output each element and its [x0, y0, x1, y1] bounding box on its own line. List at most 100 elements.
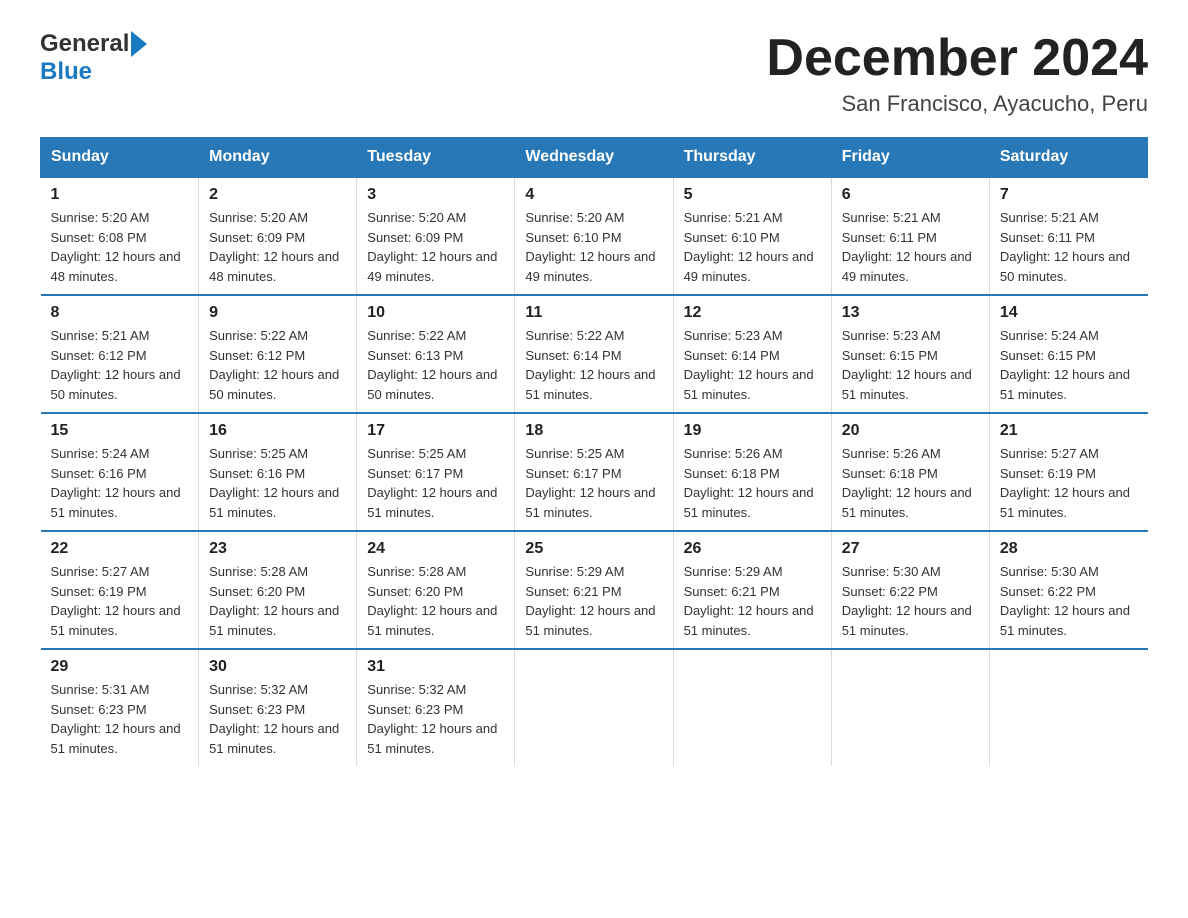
calendar-cell [673, 649, 831, 766]
day-number: 31 [367, 658, 504, 676]
weekday-header-wednesday: Wednesday [515, 138, 673, 178]
day-info: Sunrise: 5:30 AM Sunset: 6:22 PM Dayligh… [1000, 562, 1138, 640]
week-row-1: 1 Sunrise: 5:20 AM Sunset: 6:08 PM Dayli… [41, 177, 1148, 295]
day-info: Sunrise: 5:20 AM Sunset: 6:09 PM Dayligh… [367, 208, 504, 286]
day-info: Sunrise: 5:31 AM Sunset: 6:23 PM Dayligh… [51, 680, 189, 758]
day-number: 15 [51, 422, 189, 440]
day-number: 13 [842, 304, 979, 322]
calendar-title-area: December 2024 San Francisco, Ayacucho, P… [766, 30, 1148, 117]
day-number: 11 [525, 304, 662, 322]
weekday-header-friday: Friday [831, 138, 989, 178]
day-info: Sunrise: 5:20 AM Sunset: 6:09 PM Dayligh… [209, 208, 346, 286]
day-number: 25 [525, 540, 662, 558]
weekday-header-thursday: Thursday [673, 138, 831, 178]
calendar-cell: 21 Sunrise: 5:27 AM Sunset: 6:19 PM Dayl… [989, 413, 1147, 531]
day-number: 16 [209, 422, 346, 440]
calendar-cell: 6 Sunrise: 5:21 AM Sunset: 6:11 PM Dayli… [831, 177, 989, 295]
calendar-cell [831, 649, 989, 766]
calendar-cell: 28 Sunrise: 5:30 AM Sunset: 6:22 PM Dayl… [989, 531, 1147, 649]
day-number: 22 [51, 540, 189, 558]
day-info: Sunrise: 5:22 AM Sunset: 6:12 PM Dayligh… [209, 326, 346, 404]
week-row-2: 8 Sunrise: 5:21 AM Sunset: 6:12 PM Dayli… [41, 295, 1148, 413]
day-number: 12 [684, 304, 821, 322]
weekday-header-saturday: Saturday [989, 138, 1147, 178]
calendar-cell: 29 Sunrise: 5:31 AM Sunset: 6:23 PM Dayl… [41, 649, 199, 766]
day-number: 6 [842, 186, 979, 204]
day-number: 29 [51, 658, 189, 676]
day-info: Sunrise: 5:28 AM Sunset: 6:20 PM Dayligh… [367, 562, 504, 640]
logo-blue-text: Blue [40, 58, 92, 85]
calendar-table: SundayMondayTuesdayWednesdayThursdayFrid… [40, 137, 1148, 766]
calendar-cell [515, 649, 673, 766]
day-info: Sunrise: 5:32 AM Sunset: 6:23 PM Dayligh… [209, 680, 346, 758]
weekday-header-sunday: Sunday [41, 138, 199, 178]
day-info: Sunrise: 5:24 AM Sunset: 6:15 PM Dayligh… [1000, 326, 1138, 404]
calendar-cell: 15 Sunrise: 5:24 AM Sunset: 6:16 PM Dayl… [41, 413, 199, 531]
day-info: Sunrise: 5:30 AM Sunset: 6:22 PM Dayligh… [842, 562, 979, 640]
calendar-cell: 11 Sunrise: 5:22 AM Sunset: 6:14 PM Dayl… [515, 295, 673, 413]
day-info: Sunrise: 5:26 AM Sunset: 6:18 PM Dayligh… [684, 444, 821, 522]
week-row-3: 15 Sunrise: 5:24 AM Sunset: 6:16 PM Dayl… [41, 413, 1148, 531]
calendar-cell [989, 649, 1147, 766]
day-info: Sunrise: 5:21 AM Sunset: 6:11 PM Dayligh… [1000, 208, 1138, 286]
weekday-header-tuesday: Tuesday [357, 138, 515, 178]
day-number: 9 [209, 304, 346, 322]
day-number: 30 [209, 658, 346, 676]
calendar-cell: 18 Sunrise: 5:25 AM Sunset: 6:17 PM Dayl… [515, 413, 673, 531]
day-info: Sunrise: 5:21 AM Sunset: 6:11 PM Dayligh… [842, 208, 979, 286]
logo-general-text: General [40, 30, 129, 58]
logo: General Blue [40, 30, 147, 86]
day-info: Sunrise: 5:25 AM Sunset: 6:16 PM Dayligh… [209, 444, 346, 522]
calendar-cell: 8 Sunrise: 5:21 AM Sunset: 6:12 PM Dayli… [41, 295, 199, 413]
calendar-cell: 10 Sunrise: 5:22 AM Sunset: 6:13 PM Dayl… [357, 295, 515, 413]
calendar-cell: 31 Sunrise: 5:32 AM Sunset: 6:23 PM Dayl… [357, 649, 515, 766]
day-number: 1 [51, 186, 189, 204]
calendar-cell: 1 Sunrise: 5:20 AM Sunset: 6:08 PM Dayli… [41, 177, 199, 295]
calendar-cell: 17 Sunrise: 5:25 AM Sunset: 6:17 PM Dayl… [357, 413, 515, 531]
day-number: 5 [684, 186, 821, 204]
calendar-cell: 24 Sunrise: 5:28 AM Sunset: 6:20 PM Dayl… [357, 531, 515, 649]
calendar-cell: 27 Sunrise: 5:30 AM Sunset: 6:22 PM Dayl… [831, 531, 989, 649]
day-number: 28 [1000, 540, 1138, 558]
day-info: Sunrise: 5:21 AM Sunset: 6:10 PM Dayligh… [684, 208, 821, 286]
day-number: 2 [209, 186, 346, 204]
calendar-cell: 12 Sunrise: 5:23 AM Sunset: 6:14 PM Dayl… [673, 295, 831, 413]
day-number: 10 [367, 304, 504, 322]
page-header: General Blue December 2024 San Francisco… [40, 30, 1148, 117]
week-row-5: 29 Sunrise: 5:31 AM Sunset: 6:23 PM Dayl… [41, 649, 1148, 766]
calendar-cell: 13 Sunrise: 5:23 AM Sunset: 6:15 PM Dayl… [831, 295, 989, 413]
calendar-cell: 25 Sunrise: 5:29 AM Sunset: 6:21 PM Dayl… [515, 531, 673, 649]
day-number: 27 [842, 540, 979, 558]
day-number: 26 [684, 540, 821, 558]
calendar-cell: 20 Sunrise: 5:26 AM Sunset: 6:18 PM Dayl… [831, 413, 989, 531]
day-number: 3 [367, 186, 504, 204]
day-info: Sunrise: 5:25 AM Sunset: 6:17 PM Dayligh… [525, 444, 662, 522]
calendar-cell: 30 Sunrise: 5:32 AM Sunset: 6:23 PM Dayl… [199, 649, 357, 766]
day-info: Sunrise: 5:23 AM Sunset: 6:14 PM Dayligh… [684, 326, 821, 404]
logo-arrow-icon [131, 31, 147, 57]
calendar-cell: 22 Sunrise: 5:27 AM Sunset: 6:19 PM Dayl… [41, 531, 199, 649]
day-number: 17 [367, 422, 504, 440]
day-info: Sunrise: 5:29 AM Sunset: 6:21 PM Dayligh… [684, 562, 821, 640]
day-number: 21 [1000, 422, 1138, 440]
calendar-cell: 9 Sunrise: 5:22 AM Sunset: 6:12 PM Dayli… [199, 295, 357, 413]
day-number: 19 [684, 422, 821, 440]
day-info: Sunrise: 5:20 AM Sunset: 6:08 PM Dayligh… [51, 208, 189, 286]
day-number: 18 [525, 422, 662, 440]
calendar-month-year: December 2024 [766, 30, 1148, 87]
calendar-cell: 26 Sunrise: 5:29 AM Sunset: 6:21 PM Dayl… [673, 531, 831, 649]
day-info: Sunrise: 5:32 AM Sunset: 6:23 PM Dayligh… [367, 680, 504, 758]
day-info: Sunrise: 5:22 AM Sunset: 6:13 PM Dayligh… [367, 326, 504, 404]
calendar-cell: 16 Sunrise: 5:25 AM Sunset: 6:16 PM Dayl… [199, 413, 357, 531]
week-row-4: 22 Sunrise: 5:27 AM Sunset: 6:19 PM Dayl… [41, 531, 1148, 649]
day-number: 7 [1000, 186, 1138, 204]
day-info: Sunrise: 5:29 AM Sunset: 6:21 PM Dayligh… [525, 562, 662, 640]
day-info: Sunrise: 5:24 AM Sunset: 6:16 PM Dayligh… [51, 444, 189, 522]
calendar-cell: 23 Sunrise: 5:28 AM Sunset: 6:20 PM Dayl… [199, 531, 357, 649]
day-number: 23 [209, 540, 346, 558]
day-info: Sunrise: 5:23 AM Sunset: 6:15 PM Dayligh… [842, 326, 979, 404]
calendar-cell: 5 Sunrise: 5:21 AM Sunset: 6:10 PM Dayli… [673, 177, 831, 295]
calendar-cell: 14 Sunrise: 5:24 AM Sunset: 6:15 PM Dayl… [989, 295, 1147, 413]
calendar-location: San Francisco, Ayacucho, Peru [766, 91, 1148, 117]
day-info: Sunrise: 5:25 AM Sunset: 6:17 PM Dayligh… [367, 444, 504, 522]
